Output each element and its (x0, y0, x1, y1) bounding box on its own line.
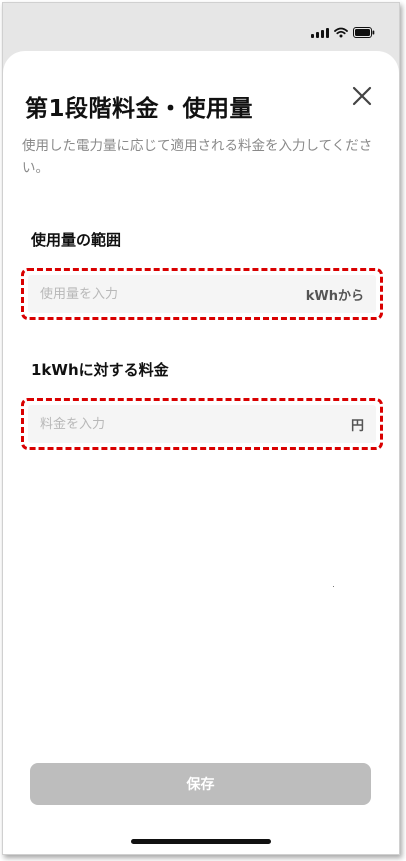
signal-icon (311, 27, 329, 38)
home-indicator (131, 839, 271, 844)
modal-description: 使用した電力量に応じて適用される料金を入力してください。 (22, 138, 373, 176)
bottom-sheet-modal: 第1段階料金・使用量 使用した電力量に応じて適用される料金を入力してください。 … (3, 51, 399, 854)
usage-range-unit: kWhから (305, 288, 364, 304)
price-per-kwh-unit: 円 (350, 418, 364, 434)
price-per-kwh-input-box: 円 (28, 405, 376, 443)
battery-icon (353, 27, 375, 38)
price-per-kwh-input[interactable] (28, 415, 351, 433)
usage-range-input[interactable] (28, 285, 306, 303)
price-per-kwh-label: 1kWhに対する料金 (31, 361, 169, 379)
status-icons (311, 27, 375, 38)
usage-range-input-box: kWhから (28, 275, 376, 313)
price-per-kwh-field: 円 (21, 398, 383, 450)
close-icon[interactable] (351, 85, 373, 107)
status-bar (3, 3, 399, 51)
modal-title: 第1段階料金・使用量 (25, 96, 254, 122)
usage-range-field: kWhから (21, 268, 383, 320)
phone-screen: 第1段階料金・使用量 使用した電力量に応じて適用される料金を入力してください。 … (2, 2, 400, 855)
usage-range-label: 使用量の範囲 (31, 231, 122, 249)
stray-dot (333, 586, 334, 587)
save-button[interactable]: 保存 (30, 763, 371, 805)
wifi-icon (334, 27, 348, 38)
